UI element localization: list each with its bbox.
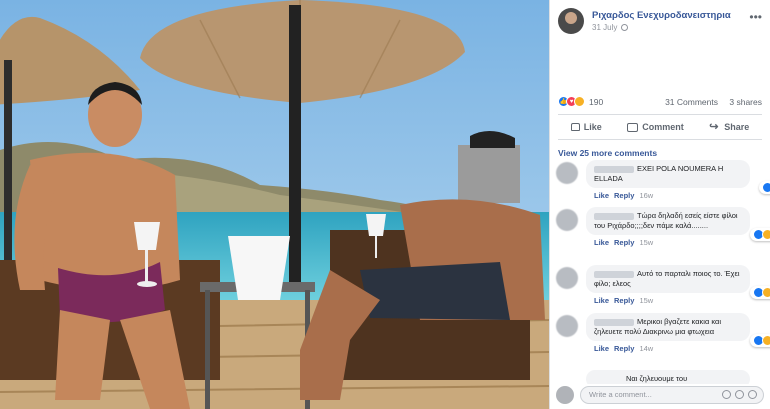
comment-button[interactable]: Comment <box>627 122 684 132</box>
comment-like-link[interactable]: Like <box>594 191 609 200</box>
commenter-name-redacted[interactable] <box>594 165 634 173</box>
comment-reply-link[interactable]: Reply <box>614 191 634 200</box>
comment-meta: Like Reply 16w <box>594 191 750 200</box>
comment-reactions[interactable]: 2 <box>750 334 770 347</box>
comment-reply-link[interactable]: Reply <box>614 238 634 247</box>
reaction-summary[interactable]: 👍 ♥ 190 <box>558 96 603 107</box>
comment-item: Τώρα δηλαδή εσείς είστε φίλοι του Ριχάρδ… <box>556 207 770 247</box>
sticker-icon[interactable] <box>748 390 757 399</box>
write-comment-tools <box>722 390 757 399</box>
post-header: Ριχαρδος Ενεχυροδανειστηρια 31 July ••• <box>558 8 762 40</box>
comment-bubble: Τώρα δηλαδή εσείς είστε φίλοι του Ριχάρδ… <box>586 207 770 241</box>
like-icon <box>570 123 580 131</box>
more-icon[interactable]: ••• <box>749 10 762 24</box>
comment-bubble: Αυτό το παρταλι ποιος το. Έχει φίλο; ελε… <box>586 265 770 299</box>
haha-reaction-icon <box>762 335 770 346</box>
share-label: Share <box>724 122 750 132</box>
post-date[interactable]: 31 July <box>592 23 629 32</box>
comment-bubble: Μερικοι βγαζετε κακια και ζηλευετε πολύ … <box>586 313 770 347</box>
share-icon: ↪ <box>709 121 719 133</box>
comment-reply-link[interactable]: Reply <box>614 296 634 305</box>
comment-age[interactable]: 14w <box>639 344 653 353</box>
comment-age[interactable]: 15w <box>639 238 653 247</box>
comment-reactions[interactable]: 2 <box>750 286 770 299</box>
share-button[interactable]: ↪ Share <box>709 121 750 133</box>
commenter-name-redacted[interactable] <box>594 212 634 220</box>
comment-like-link[interactable]: Like <box>594 344 609 353</box>
haha-reaction-icon <box>762 287 770 298</box>
camera-icon[interactable] <box>735 390 744 399</box>
comment-like-link[interactable]: Like <box>594 238 609 247</box>
comment-item: ΕΧΕΙ POLA NOUMERA H ELLADA 1 Like Reply 16… <box>556 160 770 200</box>
author-name[interactable]: Ριχαρδος Ενεχυροδανειστηρια <box>592 10 731 21</box>
shares-count[interactable]: 3 shares <box>729 97 762 107</box>
like-label: Like <box>583 122 602 132</box>
post-date-label[interactable]: 31 July <box>592 23 617 32</box>
haha-reaction-icon <box>762 229 770 240</box>
comment-age[interactable]: 15w <box>639 296 653 305</box>
commenter-avatar[interactable] <box>556 209 578 231</box>
comment-bubble: Ναι ζηλευουμε του <box>586 370 750 384</box>
commenter-name-redacted[interactable] <box>594 318 634 326</box>
comment-reactions[interactable]: 1 <box>759 181 770 194</box>
like-reaction-icon <box>762 182 770 193</box>
comment-meta: Like Reply 15w <box>594 296 750 305</box>
comment-item: Μερικοι βγαζετε κακια και ζηλευετε πολύ … <box>556 313 770 353</box>
comment-item: Αυτό το παρταλι ποιος το. Έχει φίλο; ελε… <box>556 265 770 305</box>
emoji-icon[interactable] <box>722 390 731 399</box>
write-comment-placeholder: Write a comment... <box>589 390 652 399</box>
commenter-avatar[interactable] <box>556 315 578 337</box>
view-more-comments-link[interactable]: View 25 more comments <box>558 148 657 158</box>
write-comment-input[interactable]: Write a comment... <box>580 386 764 404</box>
comment-like-link[interactable]: Like <box>594 296 609 305</box>
reaction-count: 190 <box>589 96 604 107</box>
reaction-stats: 👍 ♥ 190 31 Comments 3 shares <box>558 96 762 110</box>
comment-age[interactable]: 16w <box>639 191 653 200</box>
comment-item: Ναι ζηλευουμε του <box>586 370 750 384</box>
comment-reply-link[interactable]: Reply <box>614 344 634 353</box>
comment-meta: Like Reply 14w <box>594 344 750 353</box>
haha-reaction-icon <box>574 96 585 107</box>
my-avatar <box>556 386 574 404</box>
author-avatar[interactable] <box>558 8 584 34</box>
comment-text: Ναι ζηλευουμε του <box>626 374 688 383</box>
beach-scene-image <box>0 0 549 409</box>
comment-icon <box>627 122 639 132</box>
post-side-panel: Ριχαρδος Ενεχυροδανειστηρια 31 July ••• … <box>549 0 770 409</box>
comment-label: Comment <box>642 122 684 132</box>
commenter-name-redacted[interactable] <box>594 270 634 278</box>
commenter-avatar[interactable] <box>556 267 578 289</box>
comment-bubble: ΕΧΕΙ POLA NOUMERA H ELLADA 1 <box>586 160 770 194</box>
comments-count[interactable]: 31 Comments <box>665 97 718 107</box>
post-actions: Like Comment ↪ Share <box>558 114 762 140</box>
like-button[interactable]: Like <box>570 122 602 132</box>
globe-icon <box>621 24 629 31</box>
comment-reactions[interactable]: 3 <box>750 228 770 241</box>
comment-meta: Like Reply 15w <box>594 238 750 247</box>
post-photo[interactable] <box>0 0 549 409</box>
commenter-avatar[interactable] <box>556 162 578 184</box>
